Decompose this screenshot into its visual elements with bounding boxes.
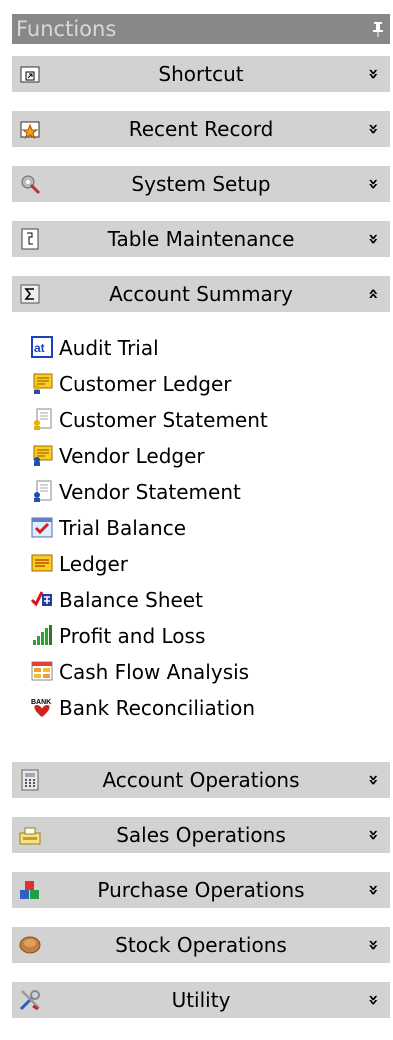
- account-operations-icon: [21, 769, 39, 791]
- pin-icon[interactable]: [372, 14, 384, 47]
- menu-item-label: Profit and Loss: [59, 624, 206, 648]
- chevron-down-icon[interactable]: »: [355, 173, 391, 195]
- stock-operations-icon: [19, 936, 41, 954]
- audit-trial-icon: at: [31, 336, 53, 358]
- section-label: Account Summary: [109, 282, 293, 306]
- menu-item-customer-statement[interactable]: Customer Statement: [31, 405, 371, 435]
- chevron-down-icon[interactable]: »: [355, 989, 391, 1011]
- section-label: Shortcut: [158, 62, 244, 86]
- menu-item-cash-flow-analysis[interactable]: Cash Flow Analysis: [31, 657, 371, 687]
- section-table-maintenance[interactable]: Table Maintenance »: [12, 221, 390, 257]
- section-purchase-operations[interactable]: Purchase Operations »: [12, 872, 390, 908]
- section-shortcut[interactable]: Shortcut »: [12, 56, 390, 92]
- section-label: Stock Operations: [115, 933, 287, 957]
- menu-item-vendor-ledger[interactable]: Vendor Ledger: [31, 441, 371, 471]
- recent-record-icon: [20, 121, 40, 140]
- menu-item-profit-and-loss[interactable]: Profit and Loss: [31, 621, 371, 651]
- section-label: Account Operations: [102, 768, 300, 792]
- section-stock-operations[interactable]: Stock Operations »: [12, 927, 390, 963]
- balance-sheet-icon: [31, 591, 52, 607]
- section-label: Utility: [171, 988, 231, 1012]
- cash-flow-icon: [31, 661, 53, 681]
- menu-item-label: Balance Sheet: [59, 588, 203, 612]
- bank-reconciliation-icon: BANK: [31, 699, 51, 717]
- menu-item-audit-trial[interactable]: at Audit Trial: [31, 333, 371, 363]
- utility-icon: [19, 990, 40, 1011]
- menu-item-label: Vendor Statement: [59, 480, 241, 504]
- section-utility[interactable]: Utility »: [12, 982, 390, 1018]
- menu-item-balance-sheet[interactable]: Balance Sheet: [31, 585, 371, 615]
- trial-balance-icon: [31, 517, 53, 538]
- menu-item-label: Customer Statement: [59, 408, 268, 432]
- customer-statement-icon: [34, 408, 52, 430]
- section-label: Sales Operations: [116, 823, 286, 847]
- menu-item-bank-reconciliation[interactable]: BANK Bank Reconciliation: [31, 693, 371, 723]
- chevron-down-icon[interactable]: »: [355, 118, 391, 140]
- menu-item-customer-ledger[interactable]: Customer Ledger: [31, 369, 371, 399]
- section-account-operations[interactable]: Account Operations »: [12, 762, 390, 798]
- vendor-ledger-icon: [33, 445, 53, 466]
- vendor-statement-icon: [34, 480, 52, 502]
- chevron-up-icon[interactable]: «: [355, 283, 391, 305]
- chevron-down-icon[interactable]: »: [355, 769, 391, 791]
- profit-loss-icon: [33, 625, 52, 645]
- chevron-down-icon[interactable]: »: [355, 228, 391, 250]
- menu-item-trial-balance[interactable]: Trial Balance: [31, 513, 371, 543]
- menu-item-label: Customer Ledger: [59, 372, 232, 396]
- purchase-operations-icon: [20, 881, 39, 899]
- menu-item-label: Vendor Ledger: [59, 444, 205, 468]
- chevron-down-icon[interactable]: »: [355, 879, 391, 901]
- functions-panel: Functions Shortcut » Recent Record » Sys…: [0, 0, 393, 1040]
- section-account-summary[interactable]: Account Summary «: [12, 276, 390, 312]
- section-label: Table Maintenance: [107, 227, 295, 251]
- sigma-icon: [20, 284, 40, 304]
- sales-operations-icon: [19, 827, 41, 845]
- section-label: Recent Record: [128, 117, 274, 141]
- ledger-icon: [31, 554, 53, 572]
- section-label: System Setup: [131, 172, 271, 196]
- chevron-down-icon[interactable]: »: [355, 824, 391, 846]
- menu-item-label: Audit Trial: [59, 336, 159, 360]
- table-maintenance-icon: [21, 228, 39, 250]
- panel-title: Functions: [16, 17, 117, 41]
- menu-item-ledger[interactable]: Ledger: [31, 549, 371, 579]
- menu-item-label: Ledger: [59, 552, 129, 576]
- menu-item-vendor-statement[interactable]: Vendor Statement: [31, 477, 371, 507]
- svg-text:BANK: BANK: [31, 699, 51, 706]
- shortcut-icon: [20, 66, 40, 83]
- section-label: Purchase Operations: [97, 878, 305, 902]
- section-system-setup[interactable]: System Setup »: [12, 166, 390, 202]
- menu-item-label: Trial Balance: [59, 516, 186, 540]
- menu-item-label: Bank Reconciliation: [59, 696, 256, 720]
- system-setup-icon: [21, 175, 41, 195]
- menu-item-label: Cash Flow Analysis: [59, 660, 250, 684]
- svg-text:at: at: [34, 341, 45, 355]
- section-recent-record[interactable]: Recent Record »: [12, 111, 390, 147]
- chevron-down-icon[interactable]: »: [355, 934, 391, 956]
- customer-ledger-icon: [33, 373, 53, 394]
- chevron-down-icon[interactable]: »: [355, 63, 391, 85]
- panel-titlebar: Functions: [12, 14, 390, 44]
- section-sales-operations[interactable]: Sales Operations »: [12, 817, 390, 853]
